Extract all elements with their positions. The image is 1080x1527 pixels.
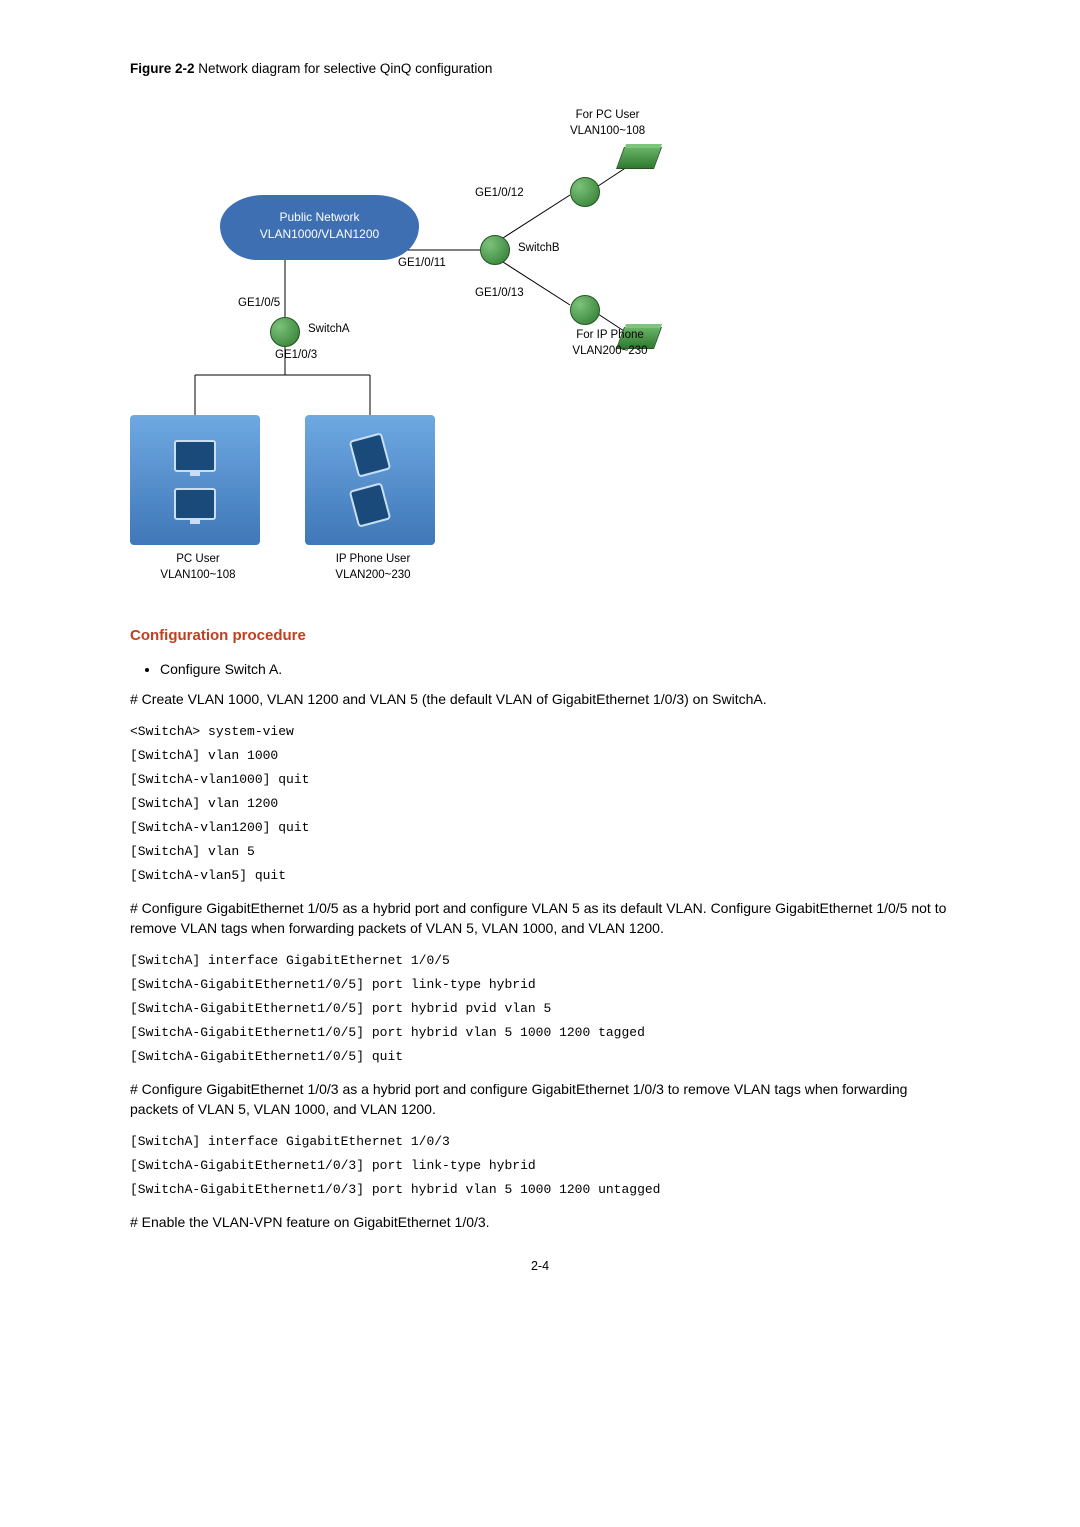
ge-1-0-5-label: GE1/0/5 xyxy=(238,295,280,311)
ge-1-0-12-label: GE1/0/12 xyxy=(475,185,524,201)
phone-icon xyxy=(349,432,392,478)
paragraph: # Create VLAN 1000, VLAN 1200 and VLAN 5… xyxy=(130,689,950,709)
paragraph: # Configure GigabitEthernet 1/0/5 as a h… xyxy=(130,898,950,939)
ge-1-0-13-label: GE1/0/13 xyxy=(475,285,524,301)
pc-user-top-label: For PC UserVLAN100~108 xyxy=(570,107,645,139)
public-network-cloud: Public Network VLAN1000/VLAN1200 xyxy=(220,195,419,261)
code-block: [SwitchA] interface GigabitEthernet 1/0/… xyxy=(130,949,950,1069)
phone-icon xyxy=(349,482,392,528)
remote-device-pc-icon xyxy=(616,147,662,169)
code-block: [SwitchA] interface GigabitEthernet 1/0/… xyxy=(130,1130,950,1202)
ip-phone-right-label: For IP PhoneVLAN200~230 xyxy=(520,327,700,359)
network-diagram: Public Network VLAN1000/VLAN1200 SwitchB… xyxy=(130,95,740,585)
monitor-icon xyxy=(174,488,216,520)
ip-phone-user-bottom-label: IP Phone UserVLAN200~230 xyxy=(318,551,428,583)
paragraph: # Configure GigabitEthernet 1/0/3 as a h… xyxy=(130,1079,950,1120)
monitor-icon xyxy=(174,440,216,472)
remote-switch-pc-icon xyxy=(570,177,600,207)
page-number: 2-4 xyxy=(130,1258,950,1276)
figure-label: Figure 2-2 xyxy=(130,61,195,76)
cloud-line1: Public Network xyxy=(232,209,407,226)
list-item: Configure Switch A. xyxy=(160,660,950,680)
cloud-line2: VLAN1000/VLAN1200 xyxy=(232,226,407,243)
ge-1-0-3-label: GE1/0/3 xyxy=(275,347,317,363)
switcha-label: SwitchA xyxy=(308,321,350,337)
bullet-list: Configure Switch A. xyxy=(160,660,950,680)
remote-switch-phone-icon xyxy=(570,295,600,325)
section-heading: Configuration procedure xyxy=(130,625,950,646)
switchb-icon xyxy=(480,235,510,265)
code-block: <SwitchA> system-view [SwitchA] vlan 100… xyxy=(130,720,950,888)
switchb-label: SwitchB xyxy=(518,240,560,256)
ge-1-0-11-label: GE1/0/11 xyxy=(398,255,446,271)
pc-user-bottom-label: PC UserVLAN100~108 xyxy=(148,551,248,583)
figure-caption: Figure 2-2 Network diagram for selective… xyxy=(130,60,950,79)
pc-user-box xyxy=(130,415,260,545)
switcha-icon xyxy=(270,317,300,347)
paragraph: # Enable the VLAN-VPN feature on Gigabit… xyxy=(130,1212,950,1232)
figure-caption-text: Network diagram for selective QinQ confi… xyxy=(198,61,492,76)
ip-phone-user-box xyxy=(305,415,435,545)
